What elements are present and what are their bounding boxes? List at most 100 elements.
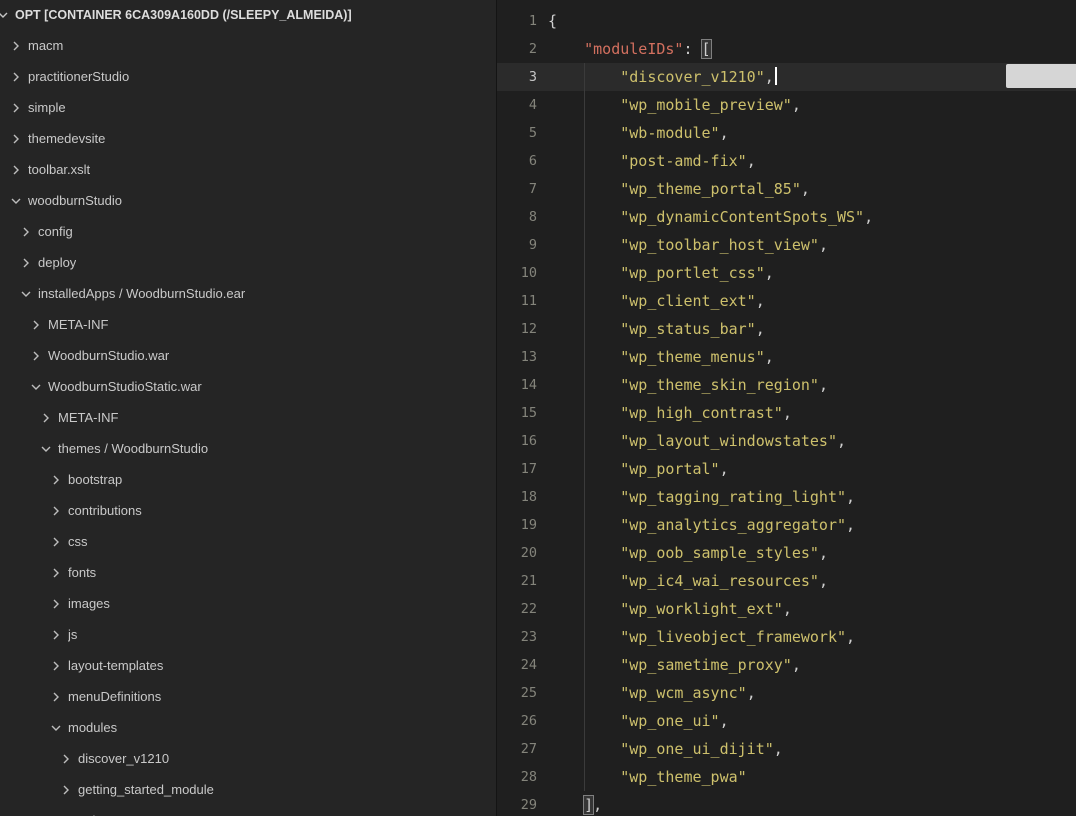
- code-text: "wp_mobile_preview",: [537, 91, 801, 119]
- code-text: ],: [537, 791, 602, 816]
- code-line[interactable]: 3 "discover_v1210",: [497, 63, 1076, 91]
- line-number[interactable]: 16: [497, 427, 537, 455]
- code-text: "wp_theme_portal_85",: [537, 175, 810, 203]
- tree-item-label: toolbar.xslt: [28, 162, 90, 177]
- line-number[interactable]: 26: [497, 707, 537, 735]
- tree-item[interactable]: layout-templates: [0, 650, 496, 681]
- tree-item[interactable]: simple: [0, 92, 496, 123]
- code-line[interactable]: 28 "wp_theme_pwa": [497, 763, 1076, 791]
- tree-item[interactable]: getting_started_module: [0, 774, 496, 805]
- line-number[interactable]: 22: [497, 595, 537, 623]
- explorer-section-header[interactable]: OPT [CONTAINER 6CA309A160DD (/SLEEPY_ALM…: [0, 0, 496, 30]
- code-line[interactable]: 12 "wp_status_bar",: [497, 315, 1076, 343]
- tree-item[interactable]: WoodburnStudioStatic.war: [0, 371, 496, 402]
- code-text: "wp_toolbar_host_view",: [537, 231, 828, 259]
- code-line[interactable]: 9 "wp_toolbar_host_view",: [497, 231, 1076, 259]
- tree-item[interactable]: META-INF: [0, 402, 496, 433]
- line-number[interactable]: 5: [497, 119, 537, 147]
- tree-item-label: practitionerStudio: [28, 69, 129, 84]
- tree-item[interactable]: modules: [0, 712, 496, 743]
- tree-item[interactable]: images: [0, 588, 496, 619]
- tree-item[interactable]: discover_v1210: [0, 743, 496, 774]
- tree-item[interactable]: toolbar.xslt: [0, 154, 496, 185]
- line-number[interactable]: 19: [497, 511, 537, 539]
- line-number[interactable]: 7: [497, 175, 537, 203]
- code-text: "moduleIDs": [: [537, 35, 711, 63]
- code-line[interactable]: 20 "wp_oob_sample_styles",: [497, 539, 1076, 567]
- code-editor[interactable]: 1{2 "moduleIDs": [3 "discover_v1210",4 "…: [497, 0, 1076, 816]
- tree-item[interactable]: config: [0, 216, 496, 247]
- code-line[interactable]: 22 "wp_worklight_ext",: [497, 595, 1076, 623]
- code-line[interactable]: 7 "wp_theme_portal_85",: [497, 175, 1076, 203]
- line-number[interactable]: 23: [497, 623, 537, 651]
- code-line[interactable]: 23 "wp_liveobject_framework",: [497, 623, 1076, 651]
- code-text: "wp_one_ui_dijit",: [537, 735, 783, 763]
- code-line[interactable]: 13 "wp_theme_menus",: [497, 343, 1076, 371]
- code-line[interactable]: 17 "wp_portal",: [497, 455, 1076, 483]
- code-line[interactable]: 19 "wp_analytics_aggregator",: [497, 511, 1076, 539]
- tree-item[interactable]: bootstrap: [0, 464, 496, 495]
- line-number[interactable]: 17: [497, 455, 537, 483]
- code-text: "wp_ic4_wai_resources",: [537, 567, 828, 595]
- code-line[interactable]: 8 "wp_dynamicContentSpots_WS",: [497, 203, 1076, 231]
- tree-item[interactable]: themedevsite: [0, 123, 496, 154]
- tree-item[interactable]: deploy: [0, 247, 496, 278]
- line-number[interactable]: 9: [497, 231, 537, 259]
- line-number[interactable]: 10: [497, 259, 537, 287]
- line-number[interactable]: 4: [497, 91, 537, 119]
- line-number[interactable]: 24: [497, 651, 537, 679]
- code-line[interactable]: 16 "wp_layout_windowstates",: [497, 427, 1076, 455]
- code-line[interactable]: 6 "post-amd-fix",: [497, 147, 1076, 175]
- code-line[interactable]: 4 "wp_mobile_preview",: [497, 91, 1076, 119]
- code-line[interactable]: 11 "wp_client_ext",: [497, 287, 1076, 315]
- tree-item[interactable]: WoodburnStudio.war: [0, 340, 496, 371]
- code-line[interactable]: 18 "wp_tagging_rating_light",: [497, 483, 1076, 511]
- line-number[interactable]: 8: [497, 203, 537, 231]
- tree-item[interactable]: themes / WoodburnStudio: [0, 433, 496, 464]
- line-number[interactable]: 27: [497, 735, 537, 763]
- tree-item-label: WoodburnStudio.war: [48, 348, 169, 363]
- code-line[interactable]: 27 "wp_one_ui_dijit",: [497, 735, 1076, 763]
- tree-item[interactable]: META-INF: [0, 309, 496, 340]
- code-line[interactable]: 1{: [497, 7, 1076, 35]
- chevron-right-icon: [58, 813, 74, 816]
- tree-item[interactable]: menuDefinitions: [0, 681, 496, 712]
- line-number[interactable]: 2: [497, 35, 537, 63]
- line-number[interactable]: 21: [497, 567, 537, 595]
- code-line[interactable]: 26 "wp_one_ui",: [497, 707, 1076, 735]
- line-number[interactable]: 3: [497, 63, 537, 91]
- line-number[interactable]: 25: [497, 679, 537, 707]
- line-number[interactable]: 15: [497, 399, 537, 427]
- code-line[interactable]: 10 "wp_portlet_css",: [497, 259, 1076, 287]
- tree-item[interactable]: fonts: [0, 557, 496, 588]
- line-number[interactable]: 29: [497, 791, 537, 816]
- code-line[interactable]: 21 "wp_ic4_wai_resources",: [497, 567, 1076, 595]
- code-line[interactable]: 14 "wp_theme_skin_region",: [497, 371, 1076, 399]
- line-number[interactable]: 11: [497, 287, 537, 315]
- line-number[interactable]: 18: [497, 483, 537, 511]
- code-line[interactable]: 25 "wp_wcm_async",: [497, 679, 1076, 707]
- code-line[interactable]: 29 ],: [497, 791, 1076, 816]
- code-text: "discover_v1210",: [537, 63, 777, 91]
- code-line[interactable]: 15 "wp_high_contrast",: [497, 399, 1076, 427]
- code-line[interactable]: 24 "wp_sametime_proxy",: [497, 651, 1076, 679]
- tree-item[interactable]: macm: [0, 30, 496, 61]
- tree-item[interactable]: woodburnStudio: [0, 185, 496, 216]
- chevron-right-icon: [58, 751, 74, 767]
- code-line[interactable]: 5 "wb-module",: [497, 119, 1076, 147]
- tree-item[interactable]: practitionerStudio: [0, 61, 496, 92]
- line-number[interactable]: 13: [497, 343, 537, 371]
- line-number[interactable]: 14: [497, 371, 537, 399]
- tree-item[interactable]: installedApps / WoodburnStudio.ear: [0, 278, 496, 309]
- tree-item[interactable]: contributions: [0, 495, 496, 526]
- line-number[interactable]: 12: [497, 315, 537, 343]
- line-number[interactable]: 6: [497, 147, 537, 175]
- tree-item-label: woodburnStudio: [28, 193, 122, 208]
- tree-item[interactable]: css: [0, 526, 496, 557]
- tree-item[interactable]: js: [0, 619, 496, 650]
- code-line[interactable]: 2 "moduleIDs": [: [497, 35, 1076, 63]
- line-number[interactable]: 28: [497, 763, 537, 791]
- line-number[interactable]: 1: [497, 7, 537, 35]
- line-number[interactable]: 20: [497, 539, 537, 567]
- tree-item[interactable]: neko_v104: [0, 805, 496, 816]
